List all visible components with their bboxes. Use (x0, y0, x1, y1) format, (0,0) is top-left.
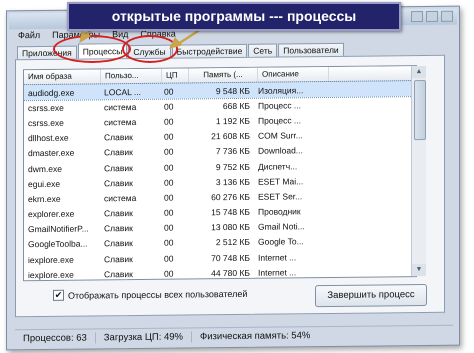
annotation-arrows (79, 19, 213, 49)
arrow-head-processes (169, 37, 183, 49)
annotation-banner: открытые программы --- процессы (67, 2, 401, 31)
